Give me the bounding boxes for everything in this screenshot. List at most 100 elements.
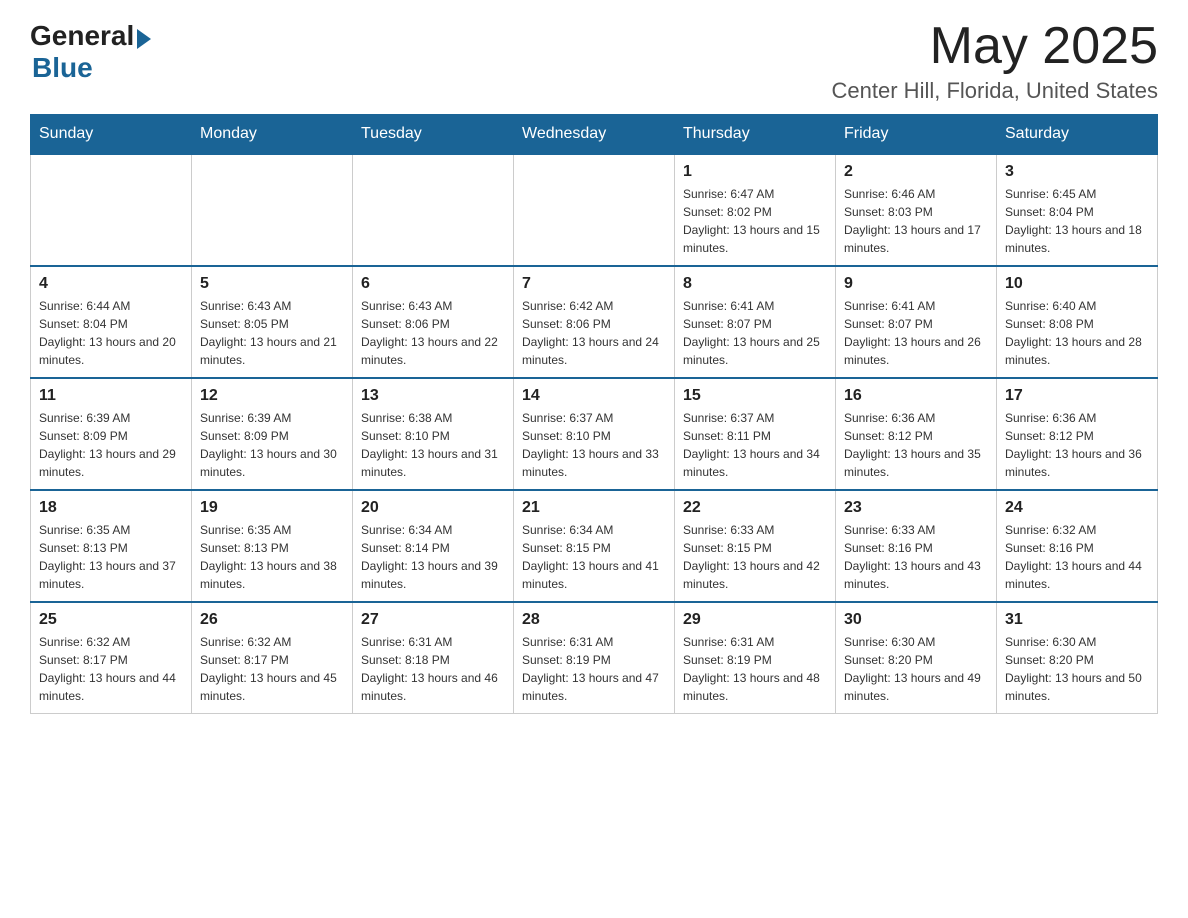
day-header-monday: Monday bbox=[192, 115, 353, 155]
day-header-friday: Friday bbox=[836, 115, 997, 155]
day-number: 5 bbox=[200, 275, 344, 293]
week-row-3: 11Sunrise: 6:39 AM Sunset: 8:09 PM Dayli… bbox=[31, 378, 1158, 490]
logo-blue-text: Blue bbox=[32, 52, 93, 84]
day-header-tuesday: Tuesday bbox=[353, 115, 514, 155]
day-info: Sunrise: 6:31 AM Sunset: 8:18 PM Dayligh… bbox=[361, 633, 505, 705]
calendar-cell bbox=[192, 154, 353, 266]
calendar-cell: 28 Sunrise: 6:31 AM Sunset: 8:19 PM Dayli… bbox=[514, 602, 675, 714]
day-info: Sunrise: 6:45 AM Sunset: 8:04 PM Dayligh… bbox=[1005, 185, 1149, 257]
day-info: Sunrise: 6:39 AM Sunset: 8:09 PM Dayligh… bbox=[39, 409, 183, 481]
day-header-thursday: Thursday bbox=[675, 115, 836, 155]
day-number: 30 bbox=[844, 611, 988, 629]
logo-text: General bbox=[30, 20, 151, 52]
day-info: Sunrise: 6:36 AM Sunset: 8:12 PM Dayligh… bbox=[1005, 409, 1149, 481]
calendar-cell: 20 Sunrise: 6:34 AM Sunset: 8:14 PM Dayli… bbox=[353, 490, 514, 602]
day-number: 25 bbox=[39, 611, 183, 629]
calendar-cell: 7Sunrise: 6:42 AM Sunset: 8:06 PM Daylig… bbox=[514, 266, 675, 378]
calendar-cell: 2 Sunrise: 6:46 AM Sunset: 8:03 PM Daylig… bbox=[836, 154, 997, 266]
day-info: Sunrise: 6:32 AM Sunset: 8:17 PM Dayligh… bbox=[39, 633, 183, 705]
day-info: Sunrise: 6:32 AM Sunset: 8:16 PM Dayligh… bbox=[1005, 521, 1149, 593]
month-title: May 2025 bbox=[832, 20, 1158, 72]
day-info: Sunrise: 6:39 AM Sunset: 8:09 PM Dayligh… bbox=[200, 409, 344, 481]
calendar-cell: 13 Sunrise: 6:38 AM Sunset: 8:10 PM Dayli… bbox=[353, 378, 514, 490]
day-info: Sunrise: 6:36 AM Sunset: 8:12 PM Dayligh… bbox=[844, 409, 988, 481]
day-number: 22 bbox=[683, 499, 827, 517]
day-number: 23 bbox=[844, 499, 988, 517]
day-number: 6 bbox=[361, 275, 505, 293]
day-info: Sunrise: 6:31 AM Sunset: 8:19 PM Dayligh… bbox=[522, 633, 666, 705]
day-number: 8 bbox=[683, 275, 827, 293]
calendar-cell: 21 Sunrise: 6:34 AM Sunset: 8:15 PM Dayli… bbox=[514, 490, 675, 602]
calendar-header-row: SundayMondayTuesdayWednesdayThursdayFrid… bbox=[31, 115, 1158, 155]
day-number: 14 bbox=[522, 387, 666, 405]
day-number: 13 bbox=[361, 387, 505, 405]
calendar-cell: 6 Sunrise: 6:43 AM Sunset: 8:06 PM Daylig… bbox=[353, 266, 514, 378]
calendar-cell: 24 Sunrise: 6:32 AM Sunset: 8:16 PM Dayli… bbox=[997, 490, 1158, 602]
calendar-cell: 18 Sunrise: 6:35 AM Sunset: 8:13 PM Dayli… bbox=[31, 490, 192, 602]
calendar-cell bbox=[353, 154, 514, 266]
calendar-cell: 3 Sunrise: 6:45 AM Sunset: 8:04 PM Daylig… bbox=[997, 154, 1158, 266]
day-number: 2 bbox=[844, 163, 988, 181]
day-number: 10 bbox=[1005, 275, 1149, 293]
day-number: 20 bbox=[361, 499, 505, 517]
day-info: Sunrise: 6:43 AM Sunset: 8:06 PM Dayligh… bbox=[361, 297, 505, 369]
day-info: Sunrise: 6:35 AM Sunset: 8:13 PM Dayligh… bbox=[39, 521, 183, 593]
calendar-cell: 19Sunrise: 6:35 AM Sunset: 8:13 PM Dayli… bbox=[192, 490, 353, 602]
day-number: 15 bbox=[683, 387, 827, 405]
day-info: Sunrise: 6:43 AM Sunset: 8:05 PM Dayligh… bbox=[200, 297, 344, 369]
day-header-wednesday: Wednesday bbox=[514, 115, 675, 155]
day-info: Sunrise: 6:41 AM Sunset: 8:07 PM Dayligh… bbox=[683, 297, 827, 369]
day-info: Sunrise: 6:30 AM Sunset: 8:20 PM Dayligh… bbox=[1005, 633, 1149, 705]
logo-general-text: General bbox=[30, 20, 134, 52]
day-number: 12 bbox=[200, 387, 344, 405]
calendar-cell: 14 Sunrise: 6:37 AM Sunset: 8:10 PM Dayli… bbox=[514, 378, 675, 490]
day-info: Sunrise: 6:47 AM Sunset: 8:02 PM Dayligh… bbox=[683, 185, 827, 257]
calendar-cell: 30 Sunrise: 6:30 AM Sunset: 8:20 PM Dayli… bbox=[836, 602, 997, 714]
week-row-5: 25 Sunrise: 6:32 AM Sunset: 8:17 PM Dayli… bbox=[31, 602, 1158, 714]
calendar-cell bbox=[514, 154, 675, 266]
page-header: General Blue May 2025 Center Hill, Flori… bbox=[30, 20, 1158, 104]
day-info: Sunrise: 6:33 AM Sunset: 8:15 PM Dayligh… bbox=[683, 521, 827, 593]
calendar-cell: 25 Sunrise: 6:32 AM Sunset: 8:17 PM Dayli… bbox=[31, 602, 192, 714]
day-info: Sunrise: 6:37 AM Sunset: 8:11 PM Dayligh… bbox=[683, 409, 827, 481]
day-number: 3 bbox=[1005, 163, 1149, 181]
day-info: Sunrise: 6:42 AM Sunset: 8:06 PM Dayligh… bbox=[522, 297, 666, 369]
day-info: Sunrise: 6:37 AM Sunset: 8:10 PM Dayligh… bbox=[522, 409, 666, 481]
day-info: Sunrise: 6:46 AM Sunset: 8:03 PM Dayligh… bbox=[844, 185, 988, 257]
calendar-cell: 17Sunrise: 6:36 AM Sunset: 8:12 PM Dayli… bbox=[997, 378, 1158, 490]
calendar-cell: 11Sunrise: 6:39 AM Sunset: 8:09 PM Dayli… bbox=[31, 378, 192, 490]
week-row-2: 4Sunrise: 6:44 AM Sunset: 8:04 PM Daylig… bbox=[31, 266, 1158, 378]
day-number: 24 bbox=[1005, 499, 1149, 517]
calendar-cell: 15 Sunrise: 6:37 AM Sunset: 8:11 PM Dayli… bbox=[675, 378, 836, 490]
day-info: Sunrise: 6:34 AM Sunset: 8:15 PM Dayligh… bbox=[522, 521, 666, 593]
day-number: 28 bbox=[522, 611, 666, 629]
location-title: Center Hill, Florida, United States bbox=[832, 78, 1158, 104]
day-number: 9 bbox=[844, 275, 988, 293]
day-info: Sunrise: 6:41 AM Sunset: 8:07 PM Dayligh… bbox=[844, 297, 988, 369]
week-row-1: 1 Sunrise: 6:47 AM Sunset: 8:02 PM Daylig… bbox=[31, 154, 1158, 266]
day-info: Sunrise: 6:38 AM Sunset: 8:10 PM Dayligh… bbox=[361, 409, 505, 481]
calendar-cell: 27 Sunrise: 6:31 AM Sunset: 8:18 PM Dayli… bbox=[353, 602, 514, 714]
day-info: Sunrise: 6:35 AM Sunset: 8:13 PM Dayligh… bbox=[200, 521, 344, 593]
calendar-cell: 5 Sunrise: 6:43 AM Sunset: 8:05 PM Daylig… bbox=[192, 266, 353, 378]
day-info: Sunrise: 6:32 AM Sunset: 8:17 PM Dayligh… bbox=[200, 633, 344, 705]
day-number: 21 bbox=[522, 499, 666, 517]
day-info: Sunrise: 6:30 AM Sunset: 8:20 PM Dayligh… bbox=[844, 633, 988, 705]
day-number: 18 bbox=[39, 499, 183, 517]
calendar-cell: 1 Sunrise: 6:47 AM Sunset: 8:02 PM Daylig… bbox=[675, 154, 836, 266]
day-info: Sunrise: 6:40 AM Sunset: 8:08 PM Dayligh… bbox=[1005, 297, 1149, 369]
day-header-sunday: Sunday bbox=[31, 115, 192, 155]
day-number: 27 bbox=[361, 611, 505, 629]
day-info: Sunrise: 6:31 AM Sunset: 8:19 PM Dayligh… bbox=[683, 633, 827, 705]
day-info: Sunrise: 6:34 AM Sunset: 8:14 PM Dayligh… bbox=[361, 521, 505, 593]
calendar-cell: 10 Sunrise: 6:40 AM Sunset: 8:08 PM Dayli… bbox=[997, 266, 1158, 378]
day-number: 29 bbox=[683, 611, 827, 629]
calendar-cell: 29 Sunrise: 6:31 AM Sunset: 8:19 PM Dayli… bbox=[675, 602, 836, 714]
day-number: 4 bbox=[39, 275, 183, 293]
calendar-table: SundayMondayTuesdayWednesdayThursdayFrid… bbox=[30, 114, 1158, 714]
day-number: 1 bbox=[683, 163, 827, 181]
calendar-cell: 9 Sunrise: 6:41 AM Sunset: 8:07 PM Daylig… bbox=[836, 266, 997, 378]
calendar-cell bbox=[31, 154, 192, 266]
logo-arrow-icon bbox=[137, 29, 151, 49]
calendar-cell: 26Sunrise: 6:32 AM Sunset: 8:17 PM Dayli… bbox=[192, 602, 353, 714]
